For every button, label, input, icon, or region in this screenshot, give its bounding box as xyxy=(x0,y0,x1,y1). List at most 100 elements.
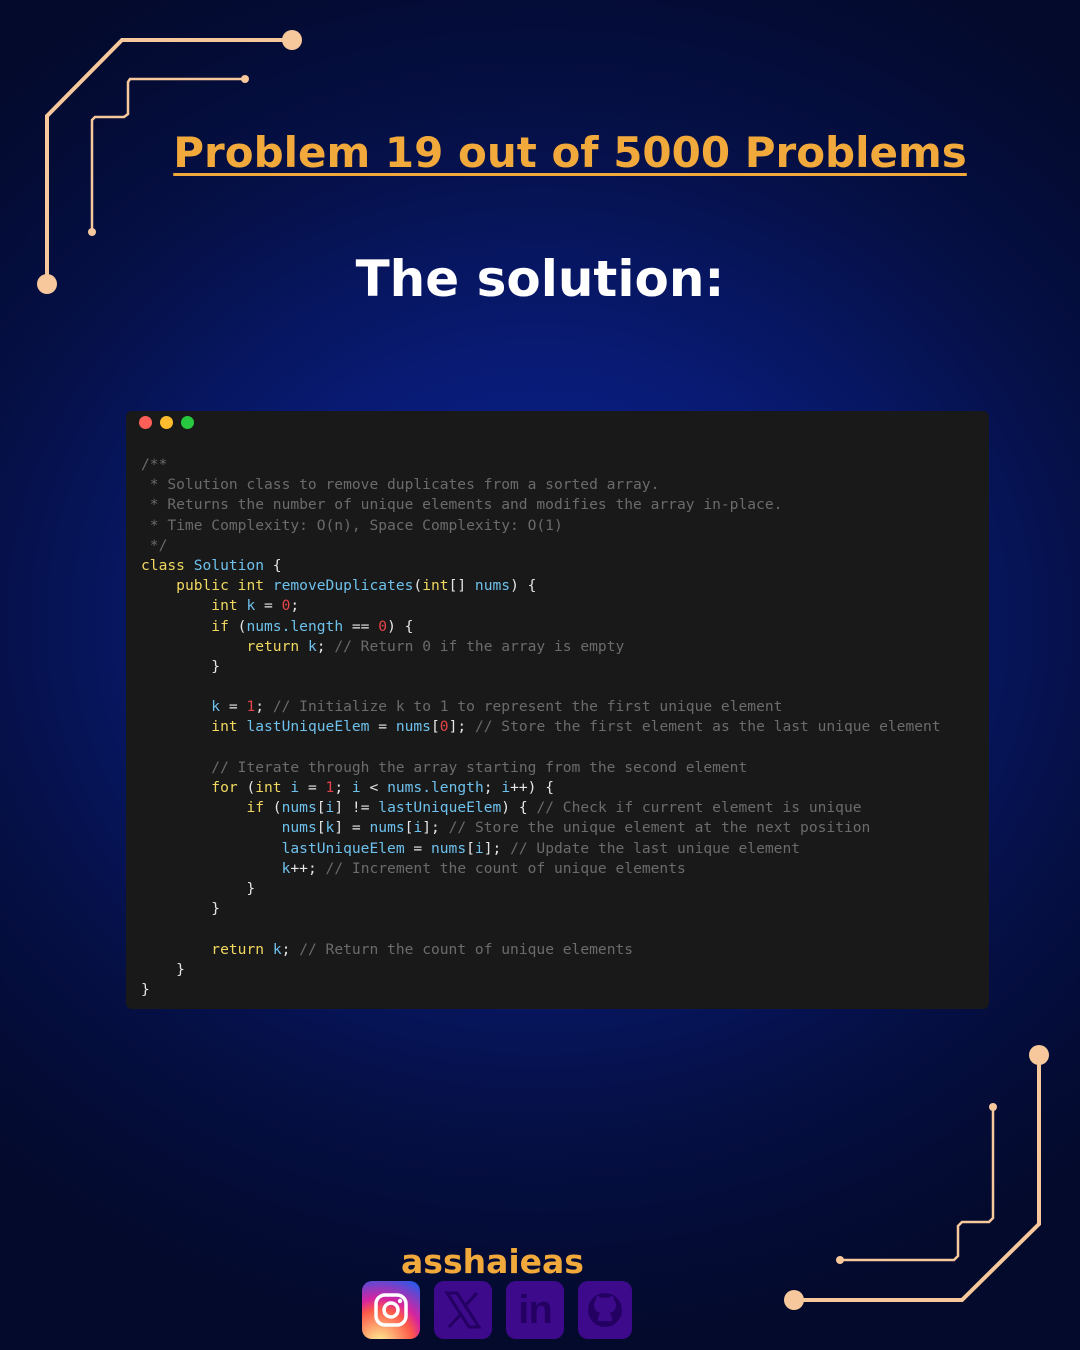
page-title: Problem 19 out of 5000 Problems xyxy=(173,128,967,177)
code-line: } xyxy=(141,960,941,980)
code-token: k xyxy=(307,637,317,655)
solution-heading: The solution: xyxy=(355,250,725,308)
code-token: int xyxy=(255,779,291,796)
code-token: lastUniqueElem xyxy=(246,718,370,736)
code-line: } xyxy=(141,879,941,899)
code-line: } xyxy=(141,980,941,1000)
instagram-icon[interactable] xyxy=(362,1281,420,1339)
code-token: ++) { xyxy=(510,779,555,796)
author-handle: asshaieas xyxy=(401,1242,584,1281)
code-token: lastUniqueElem xyxy=(378,799,502,817)
code-token: // Store the first element as the last u… xyxy=(474,718,941,736)
code-token: lastUniqueElem xyxy=(281,839,405,857)
code-token: for xyxy=(211,779,238,796)
code-token: 0 xyxy=(378,617,388,635)
code-token: // Return 0 if the array is empty xyxy=(334,637,625,655)
code-token: } xyxy=(141,980,150,998)
code-token: ] = xyxy=(334,819,370,837)
code-token: [] xyxy=(448,577,475,595)
code-token: } xyxy=(141,960,185,978)
social-links: in xyxy=(362,1281,632,1339)
window-controls xyxy=(139,416,194,429)
github-icon[interactable] xyxy=(578,1281,632,1339)
code-token: i xyxy=(290,779,300,796)
x-icon[interactable] xyxy=(434,1281,492,1339)
code-line: /** xyxy=(141,455,941,475)
code-token: = xyxy=(299,779,326,796)
code-token: < xyxy=(360,779,388,796)
code-line: * Returns the number of unique elements … xyxy=(141,495,941,515)
code-token: k xyxy=(211,698,221,716)
code-token: ) { xyxy=(387,617,414,635)
code-token: ; xyxy=(281,940,300,958)
code-token: * Solution class to remove duplicates fr… xyxy=(141,476,660,494)
code-token: int xyxy=(211,718,247,736)
code-token: i xyxy=(413,819,423,837)
code-token: } xyxy=(141,657,221,675)
code-line: int lastUniqueElem = nums[0]; // Store t… xyxy=(141,717,941,737)
code-token: // Iterate through the array starting fr… xyxy=(211,758,748,776)
maximize-dot xyxy=(181,416,194,429)
code-token: = xyxy=(255,597,282,615)
code-line: if (nums.length == 0) { xyxy=(141,617,941,637)
code-line: } xyxy=(141,657,941,677)
code-token: 1 xyxy=(246,698,256,716)
code-token: if xyxy=(246,799,265,817)
code-token: if xyxy=(211,617,229,635)
code-token: ) { xyxy=(510,577,537,595)
code-token: nums.length xyxy=(246,617,344,635)
code-line: for (int i = 1; i < nums.length; i++) { xyxy=(141,778,941,798)
code-token: ]; xyxy=(483,839,511,857)
linkedin-label: in xyxy=(518,1287,553,1332)
code-token: { xyxy=(264,556,282,574)
code-token: k xyxy=(246,597,256,615)
code-token: [ xyxy=(316,799,326,817)
code-line: lastUniqueElem = nums[i]; // Update the … xyxy=(141,839,941,859)
code-token: /** xyxy=(141,456,168,473)
code-token: nums.length xyxy=(387,779,484,796)
code-token: nums xyxy=(474,577,511,595)
code-line: } xyxy=(141,899,941,919)
instagram-glyph xyxy=(374,1293,408,1327)
code-window: /** * Solution class to remove duplicate… xyxy=(126,411,989,1009)
code-token: k xyxy=(272,940,282,958)
code-token: = xyxy=(369,718,396,736)
code-line: public int removeDuplicates(int[] nums) … xyxy=(141,576,941,596)
code-token: ; xyxy=(255,698,273,716)
code-token: ( xyxy=(264,799,282,817)
code-token: i xyxy=(351,779,361,796)
code-line: class Solution { xyxy=(141,556,941,576)
code-line: */ xyxy=(141,536,941,556)
code-token: i xyxy=(474,839,484,857)
code-token: ; xyxy=(290,597,300,615)
code-line: k++; // Increment the count of unique el… xyxy=(141,859,941,879)
code-token: nums xyxy=(430,839,467,857)
code-token: == xyxy=(343,617,379,635)
code-token: Solution xyxy=(193,556,265,574)
close-dot xyxy=(139,416,152,429)
code-token: ; xyxy=(334,779,352,796)
code-token: ++; xyxy=(290,859,326,877)
code-token: 0 xyxy=(439,718,449,736)
code-token: // Check if current element is unique xyxy=(536,799,862,817)
code-token: ; xyxy=(316,637,335,655)
code-token: ( xyxy=(228,617,247,635)
code-token: nums xyxy=(281,799,317,817)
linkedin-icon[interactable]: in xyxy=(506,1281,564,1339)
code-token: return xyxy=(211,940,273,958)
github-glyph xyxy=(588,1293,622,1327)
code-token: [ xyxy=(316,819,326,837)
code-line: // Iterate through the array starting fr… xyxy=(141,758,941,778)
code-token: } xyxy=(141,879,256,897)
